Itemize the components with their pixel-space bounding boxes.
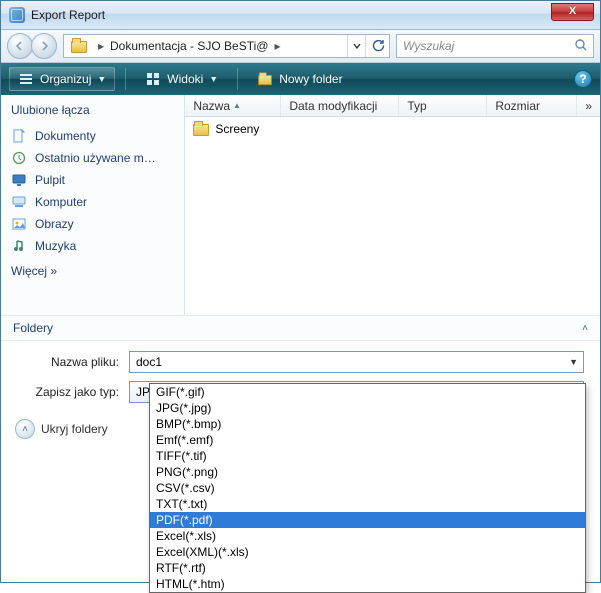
filetype-option[interactable]: HTML(*.htm) — [150, 576, 585, 592]
column-headers: Nazwa ▲ Data modyfikacji Typ Rozmiar » — [185, 95, 600, 117]
sidebar-item-desktop[interactable]: Pulpit — [11, 169, 174, 191]
organize-icon — [18, 71, 34, 87]
sidebar-item-music[interactable]: Muzyka — [11, 235, 174, 257]
pictures-icon — [11, 216, 27, 232]
back-button[interactable] — [7, 33, 33, 59]
new-folder-icon — [257, 71, 273, 87]
music-icon — [11, 238, 27, 254]
refresh-icon — [371, 39, 385, 53]
search-icon — [574, 38, 588, 52]
chevron-up-icon: ˄ — [582, 323, 588, 334]
window-title: Export Report — [31, 8, 105, 22]
file-name: Screeny — [215, 122, 259, 136]
column-type[interactable]: Typ — [399, 95, 487, 116]
chevron-down-icon: ▼ — [97, 74, 106, 84]
breadcrumb-separator-icon[interactable]: ▸ — [94, 35, 108, 57]
sidebar-item-pictures[interactable]: Obrazy — [11, 213, 174, 235]
chevron-down-icon: ▼ — [569, 357, 578, 367]
body: Ulubione łącza Dokumenty Ostatnio używan… — [1, 95, 600, 315]
breadcrumb-segment[interactable]: Dokumentacja - SJO BeSTi@ — [108, 39, 270, 53]
filetype-option[interactable]: Emf(*.emf) — [150, 432, 585, 448]
filetype-option[interactable]: CSV(*.csv) — [150, 480, 585, 496]
arrow-left-icon — [15, 41, 25, 51]
sidebar-item-documents[interactable]: Dokumenty — [11, 125, 174, 147]
breadcrumb-separator-icon[interactable]: ▸ — [270, 35, 284, 57]
toolbar: Organizuj ▼ Widoki ▼ Nowy folder ? — [1, 63, 600, 95]
folder-icon — [193, 121, 209, 137]
filetype-option[interactable]: JPG(*.jpg) — [150, 400, 585, 416]
filetype-label: Zapisz jako typ: — [17, 385, 129, 399]
toolbar-separator — [125, 68, 126, 90]
nav-buttons — [7, 33, 57, 59]
sidebar-item-recent[interactable]: Ostatnio używane m… — [11, 147, 174, 169]
recent-icon — [11, 150, 27, 166]
views-icon — [145, 71, 161, 87]
search-placeholder: Wyszukaj — [403, 39, 454, 53]
close-button[interactable]: X — [551, 3, 594, 21]
toolbar-separator — [237, 68, 238, 90]
folder-icon — [68, 35, 90, 57]
filename-label: Nazwa pliku: — [17, 355, 129, 369]
column-name[interactable]: Nazwa ▲ — [185, 95, 281, 116]
filename-input[interactable]: doc1 ▼ — [129, 351, 584, 373]
filetype-option[interactable]: RTF(*.rtf) — [150, 560, 585, 576]
sort-ascending-icon: ▲ — [233, 101, 241, 110]
filetype-option[interactable]: Excel(*.xls) — [150, 528, 585, 544]
documents-icon — [11, 128, 27, 144]
sidebar: Ulubione łącza Dokumenty Ostatnio używan… — [1, 95, 185, 315]
sidebar-more[interactable]: Więcej » — [11, 261, 174, 281]
file-list: Nazwa ▲ Data modyfikacji Typ Rozmiar » S… — [185, 95, 600, 315]
filetype-option[interactable]: GIF(*.gif) — [150, 384, 585, 400]
column-date[interactable]: Data modyfikacji — [281, 95, 399, 116]
chevron-down-icon: ▼ — [209, 74, 218, 84]
filetype-dropdown[interactable]: GIF(*.gif)JPG(*.jpg)BMP(*.bmp)Emf(*.emf)… — [149, 383, 586, 593]
search-input[interactable]: Wyszukaj — [396, 34, 594, 58]
forward-button[interactable] — [31, 33, 57, 59]
filetype-option[interactable]: PNG(*.png) — [150, 464, 585, 480]
filetype-option[interactable]: BMP(*.bmp) — [150, 416, 585, 432]
column-size[interactable]: Rozmiar — [487, 95, 577, 116]
computer-icon — [11, 194, 27, 210]
views-button[interactable]: Widoki ▼ — [136, 67, 227, 91]
export-report-dialog: Export Report X ▸ Dokumentacja - SJO BeS… — [0, 0, 601, 583]
filetype-option[interactable]: TIFF(*.tif) — [150, 448, 585, 464]
address-bar[interactable]: ▸ Dokumentacja - SJO BeSTi@ ▸ — [63, 34, 390, 58]
refresh-button[interactable] — [365, 35, 389, 57]
filetype-option[interactable]: TXT(*.txt) — [150, 496, 585, 512]
folders-toggle[interactable]: Foldery ˄ — [1, 315, 600, 341]
address-dropdown-button[interactable] — [347, 35, 365, 57]
sidebar-header: Ulubione łącza — [11, 103, 174, 117]
organize-button[interactable]: Organizuj ▼ — [9, 67, 115, 91]
file-row[interactable]: Screeny — [185, 117, 600, 141]
arrow-right-icon — [39, 41, 49, 51]
desktop-icon — [11, 172, 27, 188]
titlebar: Export Report X — [1, 1, 600, 30]
column-overflow[interactable]: » — [577, 95, 600, 116]
chevron-up-icon: ˄ — [15, 419, 35, 439]
sidebar-item-computer[interactable]: Komputer — [11, 191, 174, 213]
navigation-bar: ▸ Dokumentacja - SJO BeSTi@ ▸ Wyszukaj — [1, 30, 600, 63]
chevron-down-icon — [353, 42, 361, 50]
new-folder-button[interactable]: Nowy folder — [248, 67, 351, 91]
filetype-option[interactable]: PDF(*.pdf) — [150, 512, 585, 528]
filetype-option[interactable]: Excel(XML)(*.xls) — [150, 544, 585, 560]
app-icon — [9, 7, 25, 23]
help-button[interactable]: ? — [574, 70, 592, 88]
